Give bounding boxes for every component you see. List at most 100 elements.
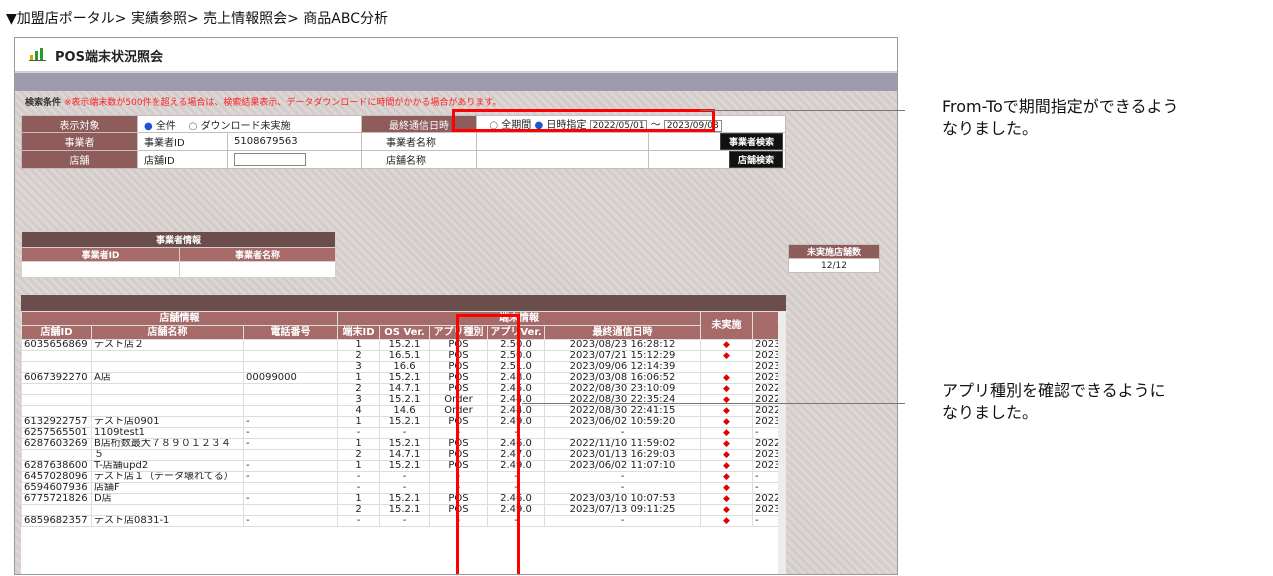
cell-app-type: POS (429, 339, 488, 351)
period-callout-line-2: なりました。 (942, 119, 1039, 138)
radio-period-all-label[interactable]: 全期間 (501, 120, 531, 131)
cell-app-type: POS (429, 504, 488, 516)
table-row: 6067392270 A店 00099000 1 15.2.1 POS 2.48.0 2023… (21, 372, 786, 384)
radio-period-specify-icon[interactable]: ● (534, 120, 543, 131)
cell-unimplemented-mark: ◆ (700, 405, 753, 417)
cell-store-id (21, 405, 92, 417)
vertical-scrollbar[interactable] (778, 311, 786, 574)
cell-store-name (91, 361, 244, 373)
unimplemented-header: 未実施店舗数 (788, 244, 880, 259)
col-store-name: 店舗名称 (91, 325, 244, 340)
cell-unimplemented-mark: ◆ (700, 350, 753, 362)
cell-phone: - (243, 515, 338, 527)
cell-store-id (21, 394, 92, 406)
cell-store-name: A店 (91, 372, 244, 384)
cell-unimplemented-mark: ◆ (700, 504, 753, 516)
cell-store-name: テスト店0831-1 (91, 515, 244, 527)
cell-store-name (91, 504, 244, 516)
cell-last-comm: 2023/03/08 16:06:52 (544, 372, 701, 384)
last-comm-label: 最終通信日時 (361, 115, 477, 133)
cell-app-type: Order (429, 405, 488, 417)
cell-os-ver: 15.2.1 (379, 504, 430, 516)
radio-not-downloaded-icon[interactable]: ○ (189, 121, 198, 132)
cell-os-ver: - (379, 515, 430, 527)
cell-unimplemented-mark: ◆ (700, 515, 753, 527)
cell-terminal-id: 1 (337, 460, 380, 472)
cell-phone (243, 350, 338, 362)
cell-store-id: 6035656869 (21, 339, 92, 351)
cell-store-name: テスト店２ (91, 339, 244, 351)
operator-info-name-cell (179, 261, 336, 278)
cell-terminal-id: - (337, 515, 380, 527)
cell-last-comm: 2022/08/30 23:10:09 (544, 383, 701, 395)
col-store-id: 店舗ID (21, 325, 92, 340)
cell-unimplemented-mark: ◆ (700, 438, 753, 450)
store-id-input[interactable] (234, 153, 306, 166)
cell-unimplemented-mark: ◆ (700, 471, 753, 483)
notice-label: 検索条件 (25, 98, 62, 108)
cell-app-ver: - (487, 482, 545, 494)
cell-app-type: POS (429, 383, 488, 395)
table-row: 2 15.2.1 POS 2.49.0 2023/07/13 09:11:25 ◆ 2023… (21, 504, 786, 516)
date-separator: ～ (650, 120, 661, 131)
cell-store-name: 1109test1 (91, 427, 244, 439)
cell-store-id (21, 449, 92, 461)
operator-search-button[interactable]: 事業者検索 (719, 133, 783, 150)
cell-terminal-id: 4 (337, 405, 380, 417)
store-id-cell (227, 150, 362, 169)
cell-app-type: - (429, 515, 488, 527)
table-row: 2 14.7.1 POS 2.45.0 2022/08/30 23:10:09 ◆ 2022… (21, 383, 786, 395)
cell-os-ver: 15.2.1 (379, 460, 430, 472)
operator-id-value: 5108679563 (227, 132, 362, 151)
cell-store-name: ５ (91, 449, 244, 461)
cell-phone (243, 394, 338, 406)
store-search-button[interactable]: 店舗検索 (728, 151, 783, 168)
cell-app-type: POS (429, 350, 488, 362)
cell-os-ver: 16.6 (379, 361, 430, 373)
cell-app-type: POS (429, 372, 488, 384)
table-row: 6287603269 B店桁数最大７８９０１２３４-1 15.2.1 POS 2.46.… (21, 438, 786, 450)
cell-last-comm: 2023/06/02 10:59:20 (544, 416, 701, 428)
cell-store-id: 6257565501 (21, 427, 92, 439)
table-row: ５ 2 14.7.1 POS 2.47.0 2023/01/13 16:29:03 ◆ 202… (21, 449, 786, 461)
table-row: 6287638600 T-店舗upd2-1 15.2.1 POS 2.49.0 2023/… (21, 460, 786, 472)
cell-phone (243, 482, 338, 494)
cell-app-type: POS (429, 460, 488, 472)
cell-terminal-id: 1 (337, 438, 380, 450)
cell-last-comm: 2022/11/10 11:59:02 (544, 438, 701, 450)
table-row: 6132922757 テスト店0901-1 15.2.1 POS 2.49.0 2023/… (21, 416, 786, 428)
cell-unimplemented-mark: ◆ (700, 493, 753, 505)
cell-app-ver: 2.47.0 (487, 449, 545, 461)
cell-app-type: POS (429, 416, 488, 428)
cell-phone (243, 405, 338, 417)
cell-last-comm: 2023/06/02 11:07:10 (544, 460, 701, 472)
radio-all-selected-icon[interactable]: ● (144, 121, 153, 132)
operator-id-label: 事業者ID (137, 132, 228, 151)
cell-os-ver: 14.6 (379, 405, 430, 417)
period-callout-line-1: From-Toで期間指定ができるよう (942, 97, 1179, 116)
cell-store-name: 店舗F (91, 482, 244, 494)
cell-app-type: POS (429, 438, 488, 450)
cell-unimplemented-mark: ◆ (700, 460, 753, 472)
cell-app-ver: 2.51.0 (487, 361, 545, 373)
operator-name-label: 事業者名称 (361, 132, 477, 151)
cell-last-comm: - (544, 482, 701, 494)
app-type-callout: アプリ種別を確認できるように なりました。 (942, 380, 1166, 424)
app-callout-line-1: アプリ種別を確認できるように (942, 381, 1166, 400)
date-to-input[interactable]: 2023/09/08 (663, 120, 722, 132)
cell-store-name: テスト店１（データ壊れてる） (91, 471, 244, 483)
col-app-ver: アプリVer. (487, 325, 545, 340)
cell-app-type: Order (429, 394, 488, 406)
cell-unimplemented-mark: ◆ (700, 449, 753, 461)
cell-terminal-id: 1 (337, 372, 380, 384)
date-from-input[interactable]: 2022/05/01 (589, 120, 648, 132)
cell-terminal-id: 3 (337, 394, 380, 406)
radio-all-label[interactable]: 全件 (156, 121, 176, 132)
last-comm-options: ○ 全期間 ● 日時指定 2022/05/01 ～ 2023/09/08 (476, 115, 786, 133)
radio-period-specify-label[interactable]: 日時指定 (546, 120, 586, 131)
radio-not-downloaded-label[interactable]: ダウンロード未実施 (201, 121, 291, 132)
cell-last-comm: 2022/08/30 22:41:15 (544, 405, 701, 417)
radio-period-all-icon[interactable]: ○ (489, 120, 498, 131)
cell-os-ver: 15.2.1 (379, 416, 430, 428)
cell-phone (243, 449, 338, 461)
